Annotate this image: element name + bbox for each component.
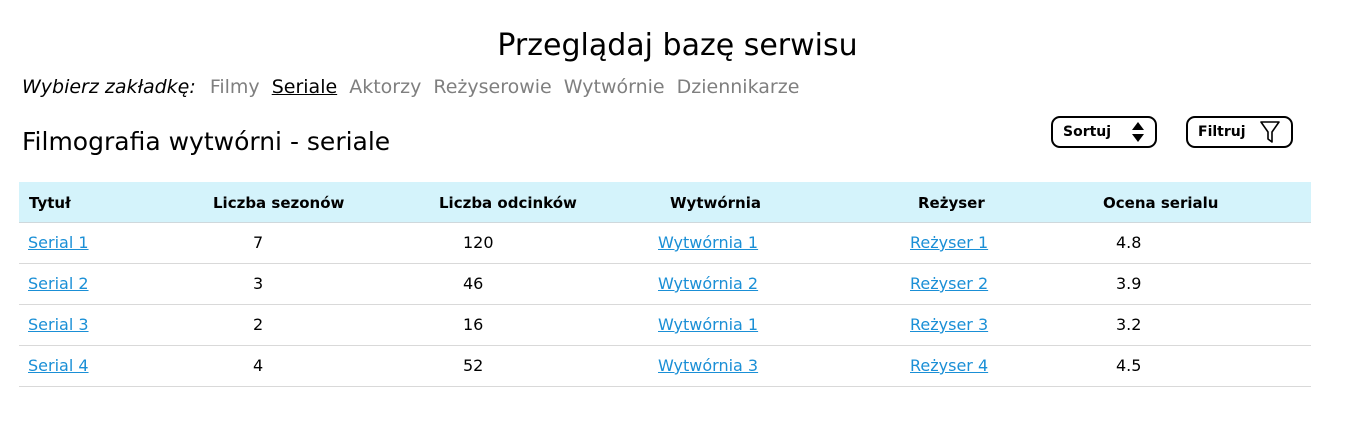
season-count: 4 [253, 356, 264, 375]
tab-seriale[interactable]: Seriale [272, 76, 337, 98]
director-link[interactable]: Reżyser 2 [910, 274, 988, 293]
studio-link[interactable]: Wytwórnia 1 [658, 233, 758, 252]
season-count: 3 [253, 274, 264, 293]
episode-count: 52 [463, 356, 484, 375]
sort-button[interactable]: Sortuj [1051, 116, 1157, 148]
filter-button-label: Filtruj [1198, 124, 1246, 140]
sort-button-label: Sortuj [1063, 124, 1112, 140]
tab-bar-label: Wybierz zakładkę: [22, 76, 196, 98]
series-rating: 4.8 [1116, 233, 1142, 252]
episode-count: 16 [463, 315, 484, 334]
column-header-title[interactable]: Tytuł [29, 182, 71, 222]
series-title-link[interactable]: Serial 4 [28, 356, 89, 375]
director-link[interactable]: Reżyser 1 [910, 233, 988, 252]
tab-bar: Wybierz zakładkę: Filmy Seriale Aktorzy … [22, 74, 805, 100]
tab-rezyserowie[interactable]: Reżyserowie [433, 76, 551, 98]
studio-link[interactable]: Wytwórnia 1 [658, 315, 758, 334]
column-header-episodes[interactable]: Liczba odcinków [439, 182, 577, 222]
episode-count: 46 [463, 274, 484, 293]
series-rating: 4.5 [1116, 356, 1142, 375]
section-title: Filmografia wytwórni - seriale [22, 127, 391, 156]
studio-link[interactable]: Wytwórnia 2 [658, 274, 758, 293]
tab-dziennikarze[interactable]: Dziennikarze [677, 76, 800, 98]
tab-wytwornie[interactable]: Wytwórnie [564, 76, 665, 98]
tab-filmy[interactable]: Filmy [210, 76, 260, 98]
column-header-seasons[interactable]: Liczba sezonów [213, 182, 344, 222]
table-row: Serial 3 2 16 Wytwórnia 1 Reżyser 3 3.2 [19, 305, 1311, 346]
column-header-director[interactable]: Reżyser [918, 182, 985, 222]
column-header-studio[interactable]: Wytwórnia [670, 182, 761, 222]
table-row: Serial 2 3 46 Wytwórnia 2 Reżyser 2 3.9 [19, 264, 1311, 305]
column-header-rating[interactable]: Ocena serialu [1103, 182, 1218, 222]
table-header: Tytuł Liczba sezonów Liczba odcinków Wyt… [19, 182, 1311, 223]
table-row: Serial 1 7 120 Wytwórnia 1 Reżyser 1 4.8 [19, 223, 1311, 264]
tab-aktorzy[interactable]: Aktorzy [349, 76, 421, 98]
filter-button[interactable]: Filtruj [1186, 116, 1293, 148]
series-rating: 3.9 [1116, 274, 1142, 293]
table-row: Serial 4 4 52 Wytwórnia 3 Reżyser 4 4.5 [19, 346, 1311, 387]
page-title: Przeglądaj bazę serwisu [497, 28, 858, 64]
series-title-link[interactable]: Serial 2 [28, 274, 89, 293]
season-count: 7 [253, 233, 264, 252]
series-title-link[interactable]: Serial 1 [28, 233, 89, 252]
director-link[interactable]: Reżyser 4 [910, 356, 988, 375]
season-count: 2 [253, 315, 264, 334]
studio-link[interactable]: Wytwórnia 3 [658, 356, 758, 375]
sort-arrows-icon [1131, 120, 1145, 144]
series-title-link[interactable]: Serial 3 [28, 315, 89, 334]
series-table: Tytuł Liczba sezonów Liczba odcinków Wyt… [19, 182, 1311, 387]
director-link[interactable]: Reżyser 3 [910, 315, 988, 334]
series-rating: 3.2 [1116, 315, 1142, 334]
episode-count: 120 [463, 233, 494, 252]
funnel-icon [1259, 119, 1281, 145]
